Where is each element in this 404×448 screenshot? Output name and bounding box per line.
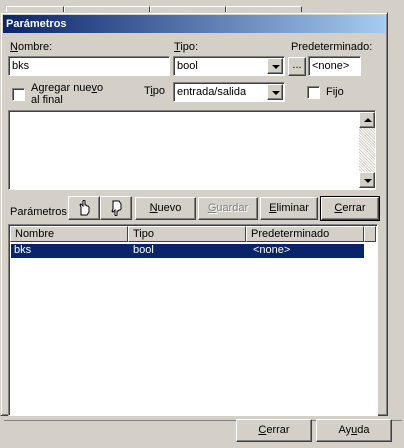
move-up-button[interactable] — [68, 196, 100, 220]
guardar-button[interactable]: Guardar — [198, 197, 258, 220]
hand-up-icon — [79, 199, 90, 216]
tipo-label: Tipo: — [174, 41, 199, 53]
column-header-tipo[interactable]: Tipo — [128, 226, 246, 242]
column-header-predeterminado[interactable]: Predeterminado — [246, 226, 364, 242]
table-row[interactable]: bks bool <none> — [11, 244, 364, 258]
agregar-nuevo-label-line2: al final — [31, 94, 63, 106]
direccion-label: Tipo — [144, 85, 166, 97]
eliminar-button[interactable]: Eliminar — [260, 197, 318, 220]
parametros-label: Parámetros — [10, 206, 67, 218]
nuevo-button[interactable]: Nuevo — [135, 197, 196, 220]
row-predeterminado: <none> — [253, 244, 291, 256]
row-tipo: bool — [133, 244, 154, 256]
direccion-select-value: entrada/salida — [177, 86, 247, 98]
footer-ayuda-button[interactable]: Ayuda — [316, 419, 392, 442]
fijo-label: Fijo — [326, 86, 344, 98]
predeterminado-input[interactable]: <none> — [308, 56, 361, 76]
dialog-title: Parámetros — [6, 18, 67, 30]
browse-type-button[interactable]: ... — [288, 57, 306, 76]
cerrar-dialog-button[interactable]: Cerrar — [320, 196, 380, 221]
footer-cerrar-button[interactable]: Cerrar — [236, 419, 312, 442]
tipo-select-value: bool — [177, 60, 198, 72]
column-header-filler — [364, 226, 376, 242]
predeterminado-label: Predeterminado: — [291, 41, 373, 53]
descripcion-textarea[interactable] — [8, 110, 376, 190]
nombre-input[interactable]: bks — [8, 56, 170, 76]
fijo-checkbox[interactable] — [307, 86, 320, 99]
row-nombre: bks — [14, 244, 32, 256]
agregar-nuevo-checkbox[interactable] — [12, 88, 25, 101]
scroll-down-arrow-icon[interactable] — [359, 172, 375, 188]
tipo-dropdown-arrow-icon[interactable] — [267, 58, 283, 74]
nombre-label: Nombre: — [10, 41, 53, 53]
move-down-button[interactable] — [100, 196, 132, 220]
column-header-nombre[interactable]: Nombre — [10, 226, 128, 242]
hand-down-icon — [111, 200, 122, 217]
scroll-up-arrow-icon[interactable] — [359, 112, 375, 128]
direccion-dropdown-arrow-icon[interactable] — [267, 84, 283, 100]
